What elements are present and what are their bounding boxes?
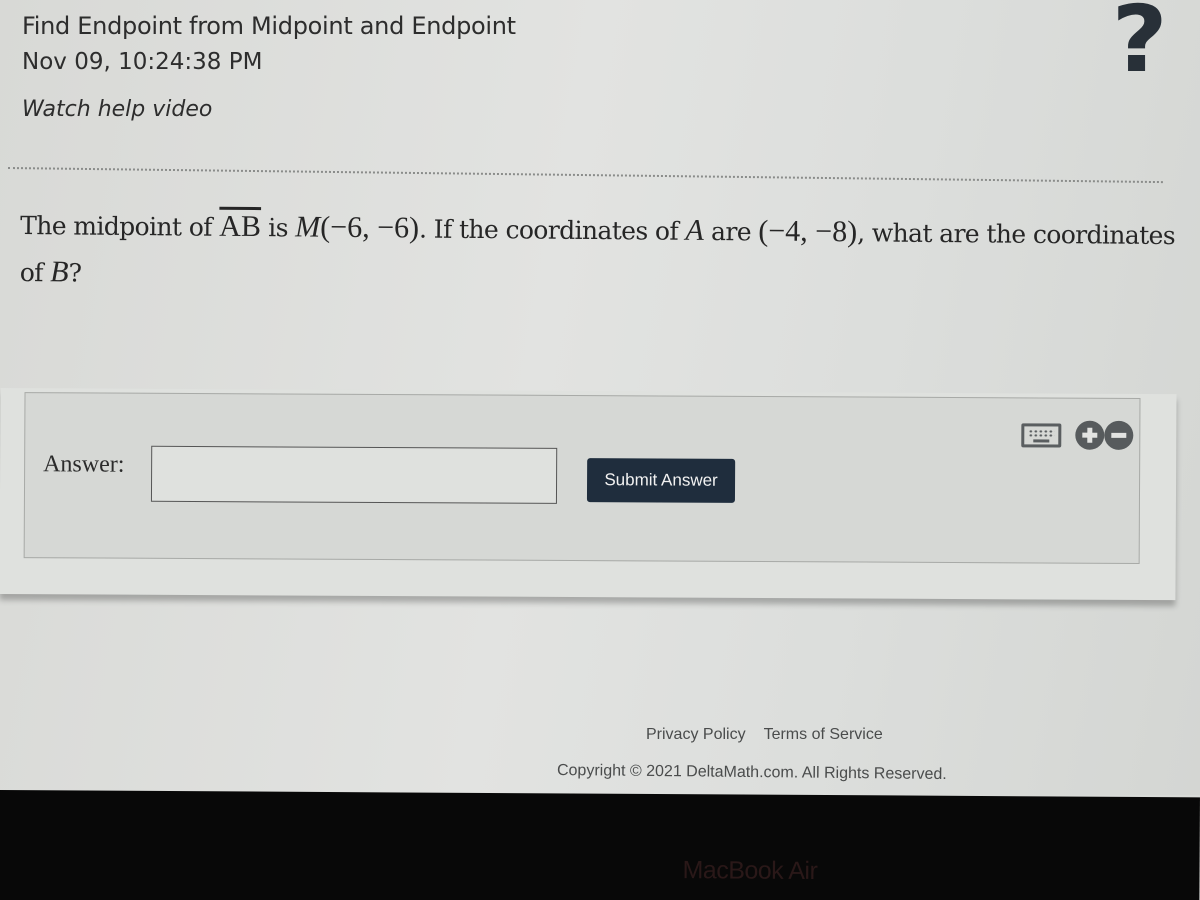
question-part: ?: [68, 258, 82, 288]
copyright-text: Copyright © 2021 DeltaMath.com. All Righ…: [556, 761, 947, 784]
terms-of-service-link[interactable]: Terms of Service: [764, 726, 883, 743]
point-a-label: A: [685, 213, 704, 247]
midpoint-coords: (−6, −6): [320, 210, 420, 245]
help-question-icon[interactable]: ?: [1112, 0, 1168, 86]
question-text: The midpoint of AB is M(−6, −6). If the …: [20, 202, 1191, 306]
question-part: is: [260, 213, 296, 243]
laptop-bezel: MacBook Air: [0, 790, 1200, 900]
timestamp: Nov 09, 10:24:38 PM: [22, 49, 263, 75]
keyboard-icon[interactable]: [1021, 422, 1062, 448]
input-tools: [1021, 420, 1134, 450]
minus-circle-icon[interactable]: [1104, 420, 1134, 450]
submit-answer-button[interactable]: Submit Answer: [586, 458, 736, 503]
dotted-divider: [7, 167, 1163, 184]
answer-box: Answer: Submit Answer: [23, 392, 1141, 564]
zoom-buttons: [1075, 420, 1134, 450]
footer-links: Privacy Policy Terms of Service: [646, 726, 901, 744]
watch-help-video-link[interactable]: Watch help video: [22, 92, 212, 128]
answer-panel: Answer: Submit Answer: [0, 388, 1177, 601]
privacy-policy-link[interactable]: Privacy Policy: [646, 726, 746, 743]
point-b-label: B: [50, 255, 69, 289]
problem-title: Find Endpoint from Midpoint and Endpoint: [22, 12, 516, 40]
question-part: are: [703, 216, 759, 247]
question-part: . If the coordinates of: [418, 214, 686, 246]
answer-input[interactable]: [150, 445, 558, 504]
point-a-coords: (−4, −8): [758, 214, 858, 249]
assignment-header: Find Endpoint from Midpoint and Endpoint…: [22, 8, 516, 128]
device-label: MacBook Air: [682, 856, 818, 885]
midpoint-label: M: [295, 210, 321, 244]
answer-label: Answer:: [43, 451, 125, 478]
question-part: The midpoint of: [20, 211, 220, 242]
segment-ab: AB: [219, 209, 262, 244]
browser-screen: Find Endpoint from Midpoint and Endpoint…: [0, 0, 1200, 795]
plus-circle-icon[interactable]: [1075, 420, 1105, 450]
